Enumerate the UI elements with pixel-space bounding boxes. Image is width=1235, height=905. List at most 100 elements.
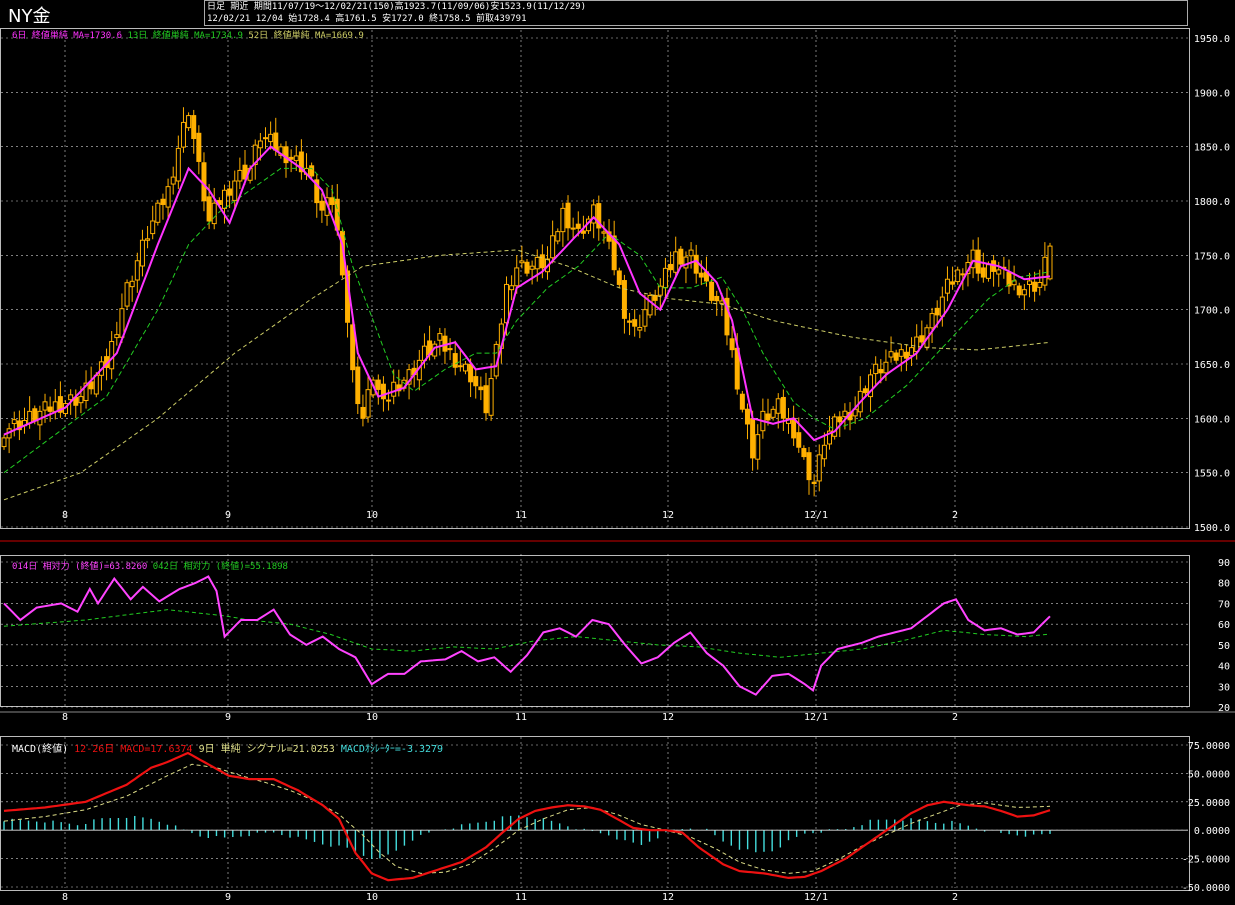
candle-body <box>878 369 884 374</box>
x-tick-label: 11 <box>515 892 527 903</box>
y-tick-label: 1650.0 <box>1194 360 1230 371</box>
macd-legend: MACD(終値) 12-26日 MACD=17.6374 9日 単純 シグナル=… <box>12 740 443 755</box>
candle-body <box>770 408 776 418</box>
candle-body <box>191 115 197 140</box>
candle-body <box>837 416 843 423</box>
panel-macd: 75.0000 50.0000 25.0000 0.0000 -25.0000 -50.0… <box>1 737 1230 903</box>
header-range-text: 日足 期近 期間11/07/19～12/02/21(150)高1923.7(11… <box>207 2 587 12</box>
legend-macd-title: MACD(終値) <box>12 744 69 755</box>
x-tick-label: 8 <box>62 510 68 521</box>
ma13-line <box>3 167 1051 474</box>
y-tick-label: 1700.0 <box>1194 306 1230 317</box>
y-tick-label: 50.0000 <box>1188 769 1230 780</box>
candle-body <box>129 280 135 288</box>
candle-body <box>539 254 545 269</box>
candle-body <box>919 335 925 343</box>
candle-body <box>109 341 115 370</box>
candle-body <box>775 398 781 414</box>
candle-body <box>698 272 704 278</box>
header-ohlc-text: 12/02/21 12/04 始1728.4 高1761.5 安1727.0 終… <box>207 14 527 24</box>
candle-body <box>263 137 268 140</box>
candle-body <box>170 176 176 185</box>
candle-body <box>909 347 915 357</box>
candle-body <box>929 313 935 329</box>
candle-body <box>457 365 463 368</box>
price-legend: 6日 終値単純 MA=1730.6 13日 終値単純 MA=1734.9 52日… <box>12 28 364 41</box>
candle-body <box>268 133 274 143</box>
candle-body <box>391 381 397 397</box>
candle-body <box>632 319 638 327</box>
legend-macd: 12-26日 MACD=17.6374 <box>74 744 193 755</box>
candle-body <box>273 132 279 151</box>
candle-body <box>898 349 904 357</box>
candle-body <box>355 366 361 405</box>
candle-body <box>960 273 966 276</box>
candle-body <box>944 278 950 294</box>
x-tick-label: 2 <box>952 712 958 723</box>
candle-body <box>519 260 525 264</box>
candle-body <box>821 444 827 460</box>
candle-body <box>437 333 443 341</box>
candle-body <box>980 267 986 278</box>
candle-body <box>550 235 556 259</box>
x-tick-label: 2 <box>952 892 958 903</box>
candle-body <box>283 146 289 164</box>
candle-body <box>237 169 243 182</box>
candle-body <box>580 230 586 234</box>
candle-body <box>601 231 607 234</box>
candle-body <box>42 401 48 411</box>
candle-body <box>657 285 663 296</box>
candle-body <box>47 406 53 412</box>
candle-body <box>155 202 161 223</box>
candle-body <box>514 267 520 287</box>
candle-body <box>801 448 807 458</box>
candle-body <box>114 334 120 339</box>
rsi-legend: 014日 相対力 (終値)=63.8260 042日 相対力 (終値)=55.1… <box>12 559 288 572</box>
candle-body <box>78 396 84 404</box>
chart-canvas: 1950.0 1900.0 1850.0 1800.0 1750.0 1700.0 1650… <box>0 28 1235 903</box>
y-tick-label: 1850.0 <box>1194 143 1230 154</box>
x-tick-label: 11 <box>515 510 527 521</box>
y-tick-label: -25.0000 <box>1182 855 1230 866</box>
legend-ma13: 13日 終値単純 MA=1734.9 <box>127 31 243 41</box>
ma52-line <box>3 249 1051 501</box>
candle-body <box>616 270 622 285</box>
candle-body <box>473 376 479 387</box>
y-tick-label: 25.0000 <box>1188 798 1230 809</box>
candle-body <box>678 248 684 265</box>
candle-body <box>996 269 1002 275</box>
candle-body <box>883 361 889 374</box>
x-tick-label: 9 <box>225 712 231 723</box>
x-tick-label: 12/1 <box>804 712 828 723</box>
candle-body <box>186 115 192 129</box>
candle-body <box>206 196 212 222</box>
candle-body <box>683 256 689 269</box>
candle-body <box>386 399 392 402</box>
x-tick-label: 12 <box>662 712 674 723</box>
candle-body <box>791 417 797 439</box>
candle-body <box>534 256 540 270</box>
candle-body <box>165 186 171 208</box>
candle-body <box>739 393 745 410</box>
x-tick-label: 11 <box>515 712 527 723</box>
candle-body <box>591 204 597 224</box>
y-tick-label: 70 <box>1218 599 1230 610</box>
candle-body <box>744 408 750 425</box>
panel-rsi: 90 80 70 60 50 40 30 20 8 9 10 11 12 12/1 2 <box>1 554 1230 723</box>
candle-body <box>1032 281 1038 292</box>
candle-body <box>309 165 315 177</box>
candle-body <box>662 267 668 288</box>
candle-body <box>934 307 940 316</box>
candle-body <box>729 338 735 351</box>
candle-body <box>755 434 761 460</box>
candle-body <box>319 200 325 211</box>
candle-body <box>560 207 566 233</box>
candle-body <box>873 363 879 375</box>
candle-body <box>955 269 961 283</box>
candle-body <box>570 227 576 230</box>
candle-body <box>227 188 233 196</box>
candle-body <box>221 189 227 209</box>
candle-body <box>509 285 515 291</box>
y-tick-label: 75.0000 <box>1188 741 1230 752</box>
candle-body <box>139 239 145 267</box>
